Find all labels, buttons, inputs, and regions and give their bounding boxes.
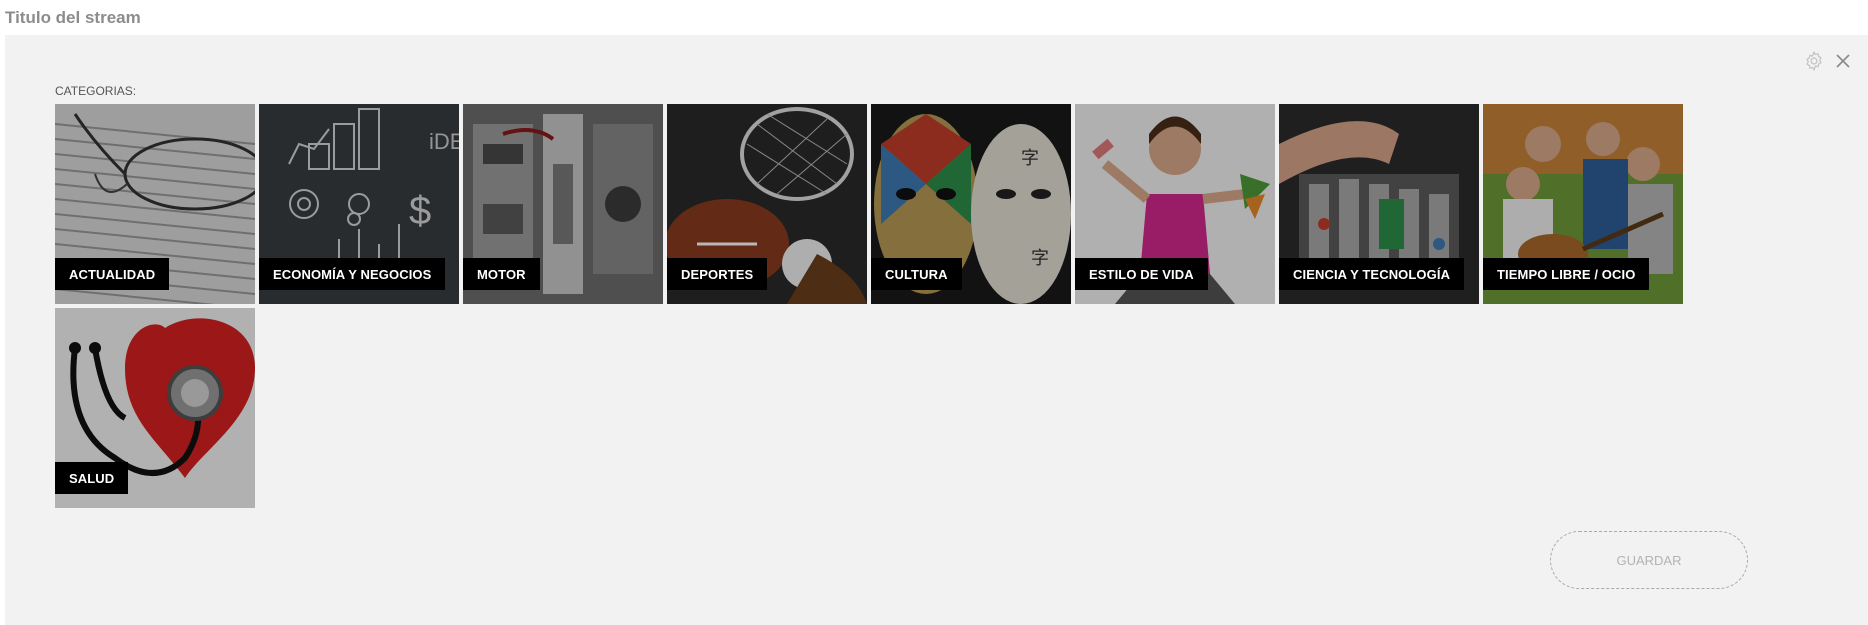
category-tile-deportes[interactable]: DEPORTES — [667, 104, 867, 304]
category-label: ECONOMÍA Y NEGOCIOS — [259, 258, 446, 290]
save-button[interactable]: GUARDAR — [1550, 531, 1748, 589]
gear-icon[interactable] — [1802, 49, 1826, 73]
categories-panel: CATEGORIAS: ACTUALIDAD $ iDE ECONOMÍA Y … — [5, 35, 1868, 625]
close-icon[interactable] — [1831, 49, 1855, 73]
category-label: SALUD — [55, 462, 129, 494]
category-label: MOTOR — [463, 258, 540, 290]
categories-label: CATEGORIAS: — [55, 84, 137, 98]
category-label: TIEMPO LIBRE / OCIO — [1483, 258, 1650, 290]
category-label: CIENCIA Y TECNOLOGÍA — [1279, 258, 1465, 290]
category-label: ACTUALIDAD — [55, 258, 170, 290]
category-tile-actualidad[interactable]: ACTUALIDAD — [55, 104, 255, 304]
category-tile-salud[interactable]: SALUD — [55, 308, 255, 508]
category-tile-motor[interactable]: MOTOR — [463, 104, 663, 304]
category-tile-tiempo-libre-ocio[interactable]: TIEMPO LIBRE / OCIO — [1483, 104, 1683, 304]
category-tile-ciencia-y-tecnologia[interactable]: CIENCIA Y TECNOLOGÍA — [1279, 104, 1479, 304]
category-tile-estilo-de-vida[interactable]: ESTILO DE VIDA — [1075, 104, 1275, 304]
category-tile-economia-y-negocios[interactable]: $ iDE ECONOMÍA Y NEGOCIOS — [259, 104, 459, 304]
category-label: ESTILO DE VIDA — [1075, 258, 1208, 290]
category-label: CULTURA — [871, 258, 962, 290]
category-grid: ACTUALIDAD $ iDE ECONOMÍA Y NEGOCIOS MOT… — [55, 104, 1695, 508]
category-label: DEPORTES — [667, 258, 768, 290]
category-tile-cultura[interactable]: 字 字 CULTURA — [871, 104, 1071, 304]
stream-title: Titulo del stream — [5, 8, 141, 27]
